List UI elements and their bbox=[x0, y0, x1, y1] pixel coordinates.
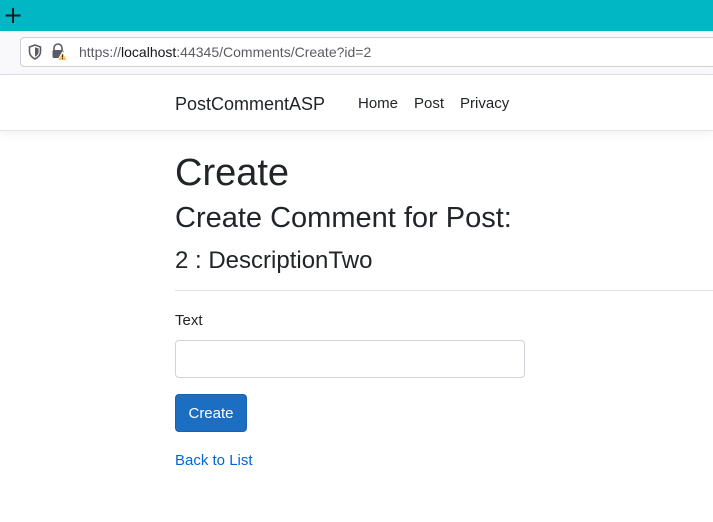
main-content: Create Create Comment for Post: 2 : Desc… bbox=[175, 150, 713, 470]
url-text[interactable]: https://localhost:44345/Comments/Create?… bbox=[79, 44, 371, 61]
page-title: Create bbox=[175, 152, 290, 194]
create-button[interactable]: Create bbox=[175, 394, 247, 432]
url-host: localhost bbox=[121, 44, 177, 60]
url-path: :44345/Comments/Create?id=2 bbox=[176, 44, 372, 60]
nav-links: Home Post Privacy bbox=[358, 95, 509, 113]
browser-toolbar: https://localhost:44345/Comments/Create?… bbox=[0, 31, 713, 75]
shield-icon[interactable] bbox=[28, 44, 42, 60]
text-input[interactable] bbox=[175, 340, 525, 378]
page-subtitle: Create Comment for Post: bbox=[175, 202, 512, 234]
address-bar[interactable]: https://localhost:44345/Comments/Create?… bbox=[20, 37, 713, 67]
new-tab-button[interactable]: + bbox=[3, 3, 23, 27]
nav-link-home[interactable]: Home bbox=[358, 95, 398, 113]
divider bbox=[175, 290, 713, 291]
plus-icon: + bbox=[3, 1, 24, 29]
post-identifier: 2 : DescriptionTwo bbox=[175, 247, 373, 274]
nav-link-privacy[interactable]: Privacy bbox=[460, 95, 509, 113]
browser-tab-strip: + bbox=[0, 0, 713, 31]
url-prefix: https:// bbox=[79, 44, 122, 60]
back-to-list-link[interactable]: Back to List bbox=[175, 452, 253, 470]
text-field-label: Text bbox=[175, 312, 203, 329]
nav-link-post[interactable]: Post bbox=[414, 95, 444, 113]
lock-warning-icon[interactable] bbox=[50, 43, 68, 61]
site-navbar: PostCommentASP Home Post Privacy bbox=[0, 75, 713, 131]
navbar-brand[interactable]: PostCommentASP bbox=[175, 93, 325, 115]
